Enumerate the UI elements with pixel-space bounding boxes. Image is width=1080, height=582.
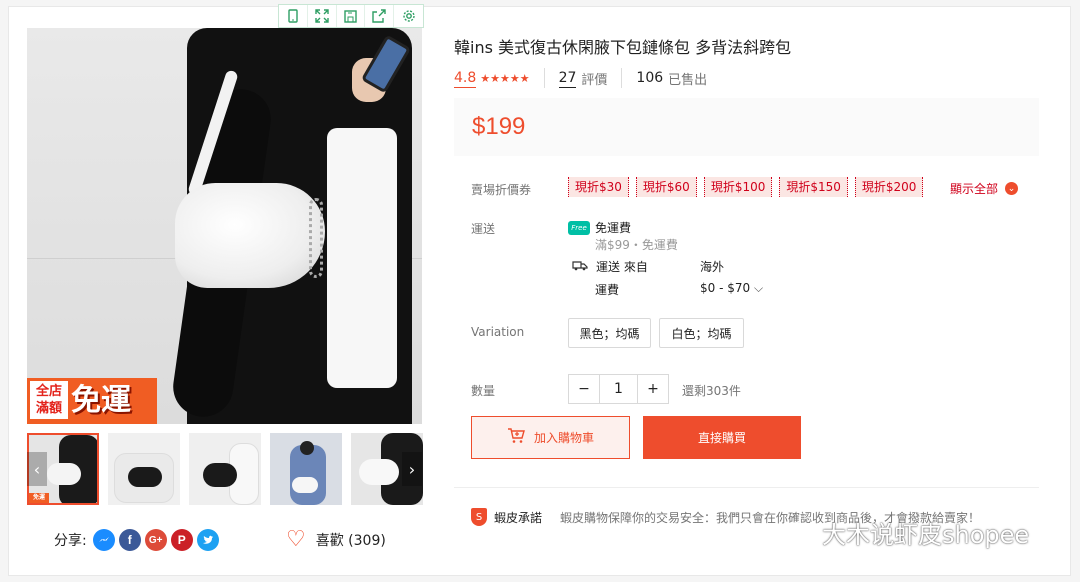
promo-line1: 全店 [35,384,62,399]
share-row: 分享: f G+ P [54,529,223,551]
quantity-input[interactable]: 1 [599,375,638,403]
watermark-text: 大木说虾皮shopee [822,521,1030,549]
thumbnail-2[interactable] [108,433,180,505]
add-to-cart-button[interactable]: 加入購物車 [471,416,630,459]
variation-option-white[interactable]: 白色；均碼 [659,318,744,348]
chevron-down-icon: ⌄ [1005,182,1019,195]
quantity-plus-button[interactable]: + [638,375,668,403]
image-toolbar [278,4,424,28]
expand-icon[interactable] [308,5,337,27]
facebook-icon[interactable]: f [118,529,141,551]
voucher-list: 現折$30 現折$60 現折$100 現折$150 現折$200 [568,177,930,197]
model-shirt [327,128,397,388]
voucher-item[interactable]: 現折$200 [854,177,924,197]
thumbnail-strip: 免運 ‹ › [27,433,423,505]
share-out-icon[interactable] [365,5,395,27]
sold-count: 106 [636,70,664,86]
rating-row: 4.8 ★★★★★ 27 評價 106 已售出 [454,68,707,88]
shipping-label: 運送 [471,222,496,236]
save-icon[interactable] [337,5,366,27]
google-plus-icon[interactable]: G+ [144,529,167,551]
product-price: $199 [472,113,526,140]
voucher-item[interactable]: 現折$60 [635,177,697,197]
thumbnail-3[interactable] [189,433,261,505]
watermark: 大木说虾皮shopee [786,515,1029,550]
voucher-label: 賣場折價券 [471,183,532,197]
white-bag [175,183,325,288]
divider [543,68,545,88]
star-rating-icon: ★★★★★ [480,71,530,85]
twitter-icon[interactable] [196,529,219,551]
quantity-label: 數量 [471,384,496,398]
free-shipping-title: 免運費 [595,221,632,235]
voucher-item[interactable]: 現折$30 [568,177,629,197]
price-box: $199 [454,98,1039,156]
voucher-item[interactable]: 現折$150 [779,177,848,197]
thumb-promo: 免運 [29,493,49,503]
thumbnail-4[interactable] [270,433,342,505]
show-all-label: 顯示全部 [950,182,999,196]
guarantee-title[interactable]: 蝦皮承諾 [494,509,542,526]
voucher-item[interactable]: 現折$100 [703,177,773,197]
heart-icon: ♡ [286,527,306,552]
share-label: 分享: [54,533,87,549]
add-to-cart-label: 加入購物車 [533,431,594,445]
section-divider [454,487,1039,488]
promo-big-text: 免運 [71,383,131,418]
chevron-down-icon: ⌵ [753,281,764,295]
quantity-stepper: − 1 + [568,374,669,404]
ship-fee-label: 運費 [595,283,620,297]
divider [621,68,623,88]
messenger-icon[interactable] [92,529,115,551]
bag-chain [309,198,323,278]
show-all-vouchers[interactable]: 顯示全部 ⌄ [950,180,1019,197]
ship-from-label: 運送 來自 [596,260,648,274]
buy-now-button[interactable]: 直接購買 [643,416,801,459]
variation-label: Variation [471,325,525,339]
truck-icon [572,259,588,275]
wechat-icon [786,521,815,543]
like-count: 喜歡 (309) [315,533,386,549]
stock-remaining: 還剩303件 [682,384,741,398]
promo-banner: 全店 滿額 免運 [27,378,157,424]
main-product-image[interactable]: 全店 滿額 免運 [27,28,422,424]
ship-fee-value: $0 - $70 [700,281,751,295]
sold-label: 已售出 [668,72,708,88]
review-count[interactable]: 27 [558,69,577,88]
ship-from-value: 海外 [700,260,725,274]
rating-score[interactable]: 4.8 [454,69,477,88]
variation-option-black[interactable]: 黑色；均碼 [568,318,651,348]
promo-label: 全店 滿額 [30,381,68,419]
promo-line2: 滿額 [35,401,62,416]
pinterest-icon[interactable]: P [170,529,193,551]
ship-fee-dropdown[interactable]: $0 - $70 ⌵ [700,281,763,296]
like-button[interactable]: ♡ 喜歡 (309) [286,529,386,551]
gear-icon[interactable] [394,5,423,27]
thumbnail-next-arrow[interactable]: › [402,452,422,486]
phone-icon[interactable] [279,5,308,27]
review-label: 評價 [581,72,608,88]
shield-icon: S [471,508,487,526]
quantity-minus-button[interactable]: − [569,375,599,403]
product-title: 韓ins 美式復古休閑腋下包鏈條包 多背法斜跨包 [454,38,792,57]
thumbnail-prev-arrow[interactable]: ‹ [27,452,47,486]
free-shipping-sub: 滿$99・免運費 [595,238,678,252]
ship-from-row: 運送 來自 [572,258,648,275]
free-shipping-row: Free 免運費 [568,219,631,236]
cart-icon [507,427,525,448]
free-shipping-icon: Free [568,220,590,235]
